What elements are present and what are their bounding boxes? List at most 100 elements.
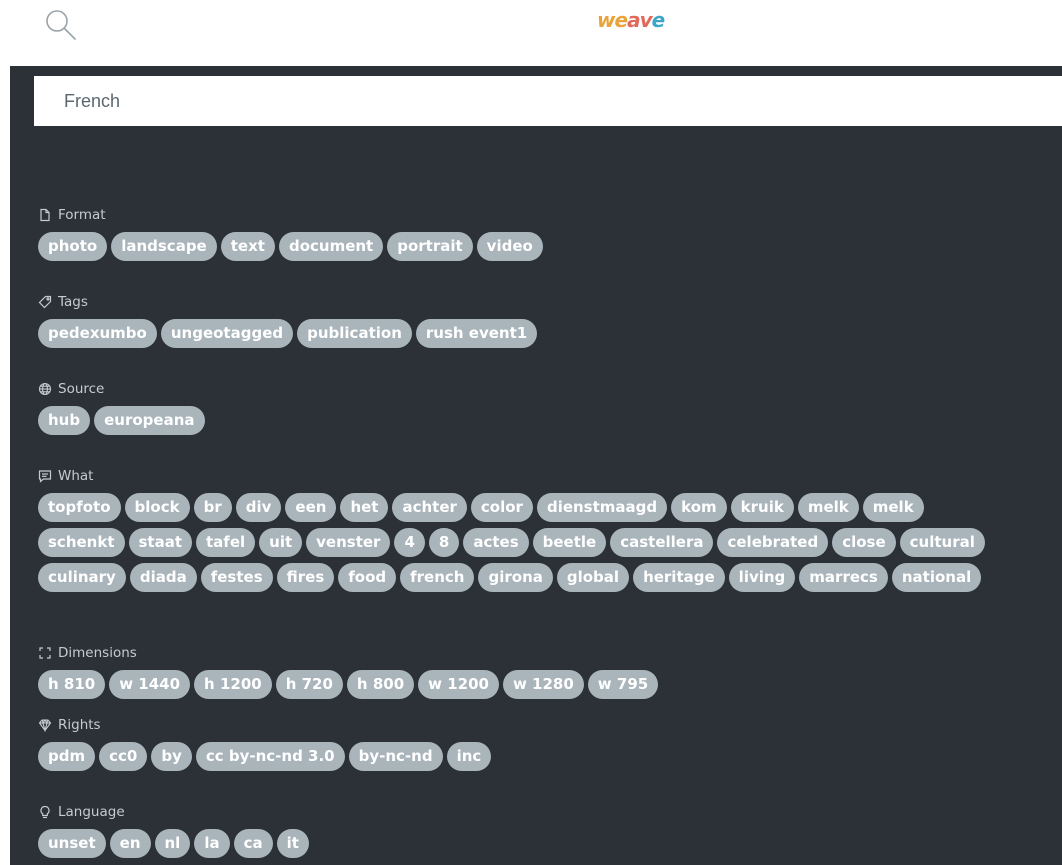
facet-chip[interactable]: h 1200 (194, 670, 272, 699)
facet-what: What topfoto block br div een het achter color di… (10, 462, 1062, 606)
facet-chip[interactable]: text (220, 232, 275, 261)
facet-chip[interactable]: la (194, 829, 230, 858)
facet-chip[interactable]: global (556, 563, 630, 592)
facet-dimensions: Dimensions h 810 w 1440 h 1200 h 720 h 800 w 1… (10, 639, 1062, 707)
facet-chip[interactable]: actes (463, 528, 529, 557)
chip-row: unset en nl la ca it (38, 829, 309, 859)
weave-logo[interactable]: weave (597, 8, 665, 32)
facet-chip[interactable]: het (340, 493, 389, 522)
facet-chip[interactable]: marrecs (799, 563, 888, 592)
facet-chip[interactable]: inc (446, 742, 492, 771)
facet-title: Tags (38, 294, 88, 310)
facet-chip[interactable]: culinary (38, 563, 126, 592)
comment-icon (38, 469, 52, 483)
facet-chip[interactable]: kom (671, 493, 727, 522)
globe-icon (38, 382, 52, 396)
facet-chip[interactable]: pedexumbo (38, 319, 157, 348)
facet-tags: Tags pedexumbo ungeotagged publication rush … (10, 288, 1062, 356)
facet-chip[interactable]: en (109, 829, 151, 858)
facet-title-label: What (58, 468, 94, 484)
facet-chip[interactable]: national (891, 563, 982, 592)
top-bar: weave (0, 0, 1062, 66)
facet-language: Language unset en nl la ca it (10, 798, 1062, 865)
facet-chip[interactable]: cc0 (99, 742, 148, 771)
facet-title-label: Dimensions (58, 645, 137, 661)
facet-chip[interactable]: br (193, 493, 232, 522)
facet-chip[interactable]: topfoto (38, 493, 121, 522)
facet-chip[interactable]: kruik (730, 493, 794, 522)
facet-title-label: Tags (58, 294, 88, 310)
facet-chip[interactable]: french (400, 563, 475, 592)
facet-chip[interactable]: close (832, 528, 896, 557)
chip-row: photo landscape text document portrait video (38, 232, 543, 262)
facet-chip[interactable]: melk (797, 493, 859, 522)
facet-chip[interactable]: rush event1 (415, 319, 538, 348)
facet-chip[interactable]: portrait (387, 232, 473, 261)
search-panel: Format photolandscapetextdocumentportrait… (10, 66, 1062, 865)
facet-chip[interactable]: publication (297, 319, 412, 348)
chip-row: hub europeana (38, 406, 205, 436)
facet-chip[interactable]: unset (38, 829, 106, 858)
facet-chip[interactable]: nl (154, 829, 191, 858)
chip-row: schenkt staat tafel uit venster 4 8 actes beetle… (38, 528, 985, 558)
facet-chip[interactable]: w 795 (587, 670, 659, 699)
facet-chip[interactable]: hub (38, 406, 91, 435)
facet-chip[interactable]: een (285, 493, 337, 522)
facet-chip[interactable]: beetle (532, 528, 607, 557)
facet-chip[interactable]: diada (129, 563, 197, 592)
facet-chip[interactable]: w 1440 (109, 670, 191, 699)
facet-chip[interactable]: h 810 (38, 670, 106, 699)
facet-chip[interactable]: w 1280 (502, 670, 584, 699)
facet-chip[interactable]: food (338, 563, 397, 592)
logo-letter: w (597, 8, 616, 32)
logo-letter: e (614, 8, 628, 32)
facet-chip[interactable]: living (728, 563, 796, 592)
chip-row: culinary diada festes fires food french girona… (38, 563, 985, 593)
expand-icon (38, 646, 52, 660)
facet-chip[interactable]: fires (276, 563, 335, 592)
facet-chip[interactable]: ca (233, 829, 273, 858)
facet-chip[interactable]: heritage (633, 563, 725, 592)
facet-chip[interactable]: h 720 (275, 670, 343, 699)
facet-chip[interactable]: 4 (394, 528, 425, 557)
facet-chip[interactable]: dienstmaagd (536, 493, 668, 522)
facet-chip[interactable]: div (235, 493, 282, 522)
search-icon[interactable] (44, 8, 78, 42)
facet-chip[interactable]: melk (862, 493, 924, 522)
chip-row: h 810 w 1440 h 1200 h 720 h 800 w 1200 w 1280 w… (38, 670, 659, 700)
facet-chip[interactable]: 8 (428, 528, 460, 557)
facet-chip[interactable]: achter (392, 493, 467, 522)
facet-title-label: Rights (58, 717, 101, 733)
facet-chip[interactable]: festes (200, 563, 273, 592)
facet-chip[interactable]: document (278, 232, 384, 261)
facet-chip[interactable]: color (470, 493, 533, 522)
facet-chip[interactable]: uit (259, 528, 303, 557)
facet-chip[interactable]: staat (128, 528, 193, 557)
facet-chip[interactable]: venster (306, 528, 391, 557)
facet-format: Format photo landscape text document portrait… (10, 201, 1062, 269)
facet-chip[interactable]: tafel (196, 528, 256, 557)
facet-chip[interactable]: ungeotagged (160, 319, 294, 348)
search-input[interactable] (62, 89, 1046, 113)
facet-chip[interactable]: by-nc-nd (348, 742, 443, 771)
facet-chip[interactable]: h 800 (346, 670, 415, 699)
facet-chip[interactable]: europeana (94, 406, 205, 435)
facet-chip[interactable]: schenkt (38, 528, 125, 557)
facet-chip[interactable]: by (151, 742, 192, 771)
facet-chip[interactable]: video (476, 232, 543, 261)
facet-chip[interactable]: castellera (610, 528, 714, 557)
search-field[interactable] (34, 76, 1062, 126)
facet-chip[interactable]: celebrated (717, 528, 829, 557)
facet-chip[interactable]: it (276, 829, 309, 858)
facet-chip[interactable]: photo (38, 232, 108, 261)
facet-title-label: Format (58, 207, 106, 223)
facet-chip[interactable]: cultural (899, 528, 985, 557)
facet-chip[interactable]: w 1200 (418, 670, 499, 699)
facet-chip[interactable]: girona (478, 563, 553, 592)
facet-title-label: Language (58, 804, 125, 820)
facet-chip[interactable]: landscape (111, 232, 217, 261)
facet-chip[interactable]: cc by-nc-nd 3.0 (195, 742, 345, 771)
facet-title: Format (38, 207, 106, 223)
facet-chip[interactable]: block (124, 493, 190, 522)
facet-chip[interactable]: pdm (38, 742, 96, 771)
